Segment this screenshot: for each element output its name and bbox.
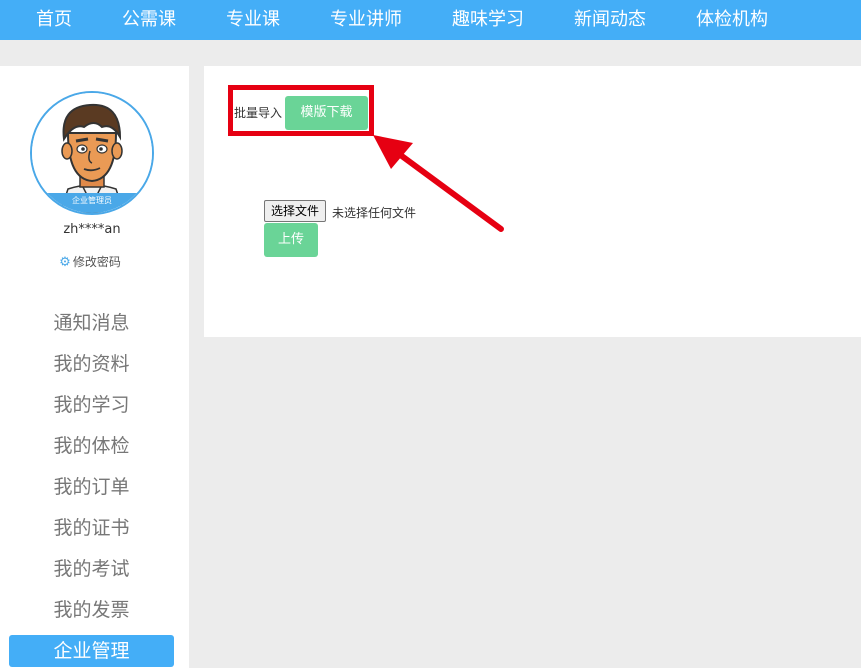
nav-public-courses[interactable]: 公需课: [122, 0, 176, 40]
nav-news[interactable]: 新闻动态: [574, 0, 646, 40]
nav-fun-learning[interactable]: 趣味学习: [452, 0, 524, 40]
upload-button[interactable]: 上传: [264, 223, 318, 257]
main-content-panel: 批量导入 模版下载 选择文件 未选择任何文件 上传: [204, 66, 861, 337]
red-arrow-icon: [373, 135, 504, 232]
change-password-link[interactable]: ⚙ 修改密码: [0, 253, 180, 270]
sidebar-item-notifications[interactable]: 通知消息: [9, 307, 174, 339]
gear-icon: ⚙: [59, 255, 71, 270]
avatar: 企业管理员: [30, 91, 154, 215]
username: zh****an: [63, 222, 121, 237]
sidebar-item-my-orders[interactable]: 我的订单: [9, 471, 174, 503]
sidebar-item-my-learning[interactable]: 我的学习: [9, 389, 174, 421]
nav-health-check-institutions[interactable]: 体检机构: [696, 0, 768, 40]
change-password-label: 修改密码: [72, 255, 121, 269]
nav-home[interactable]: 首页: [36, 0, 72, 40]
sidebar-item-my-exams[interactable]: 我的考试: [9, 553, 174, 585]
sidebar-item-my-profile[interactable]: 我的资料: [9, 348, 174, 380]
top-nav: 首页 公需课 专业课 专业讲师 趣味学习 新闻动态 体检机构: [0, 0, 861, 40]
highlight-box: [228, 85, 374, 136]
role-badge: 企业管理员: [32, 193, 152, 213]
nav-professional-courses[interactable]: 专业课: [226, 0, 280, 40]
sidebar-item-enterprise-management[interactable]: 企业管理: [9, 635, 174, 667]
sidebar: 企业管理员 zh****an ⚙ 修改密码 通知消息 我的资料 我的学习 我的体检…: [0, 66, 189, 668]
sidebar-item-my-health-check[interactable]: 我的体检: [9, 430, 174, 462]
choose-file-button[interactable]: 选择文件: [264, 200, 327, 222]
sidebar-item-my-invoices[interactable]: 我的发票: [9, 594, 174, 626]
nav-lecturers[interactable]: 专业讲师: [330, 0, 402, 40]
sidebar-item-my-certificates[interactable]: 我的证书: [9, 512, 174, 544]
